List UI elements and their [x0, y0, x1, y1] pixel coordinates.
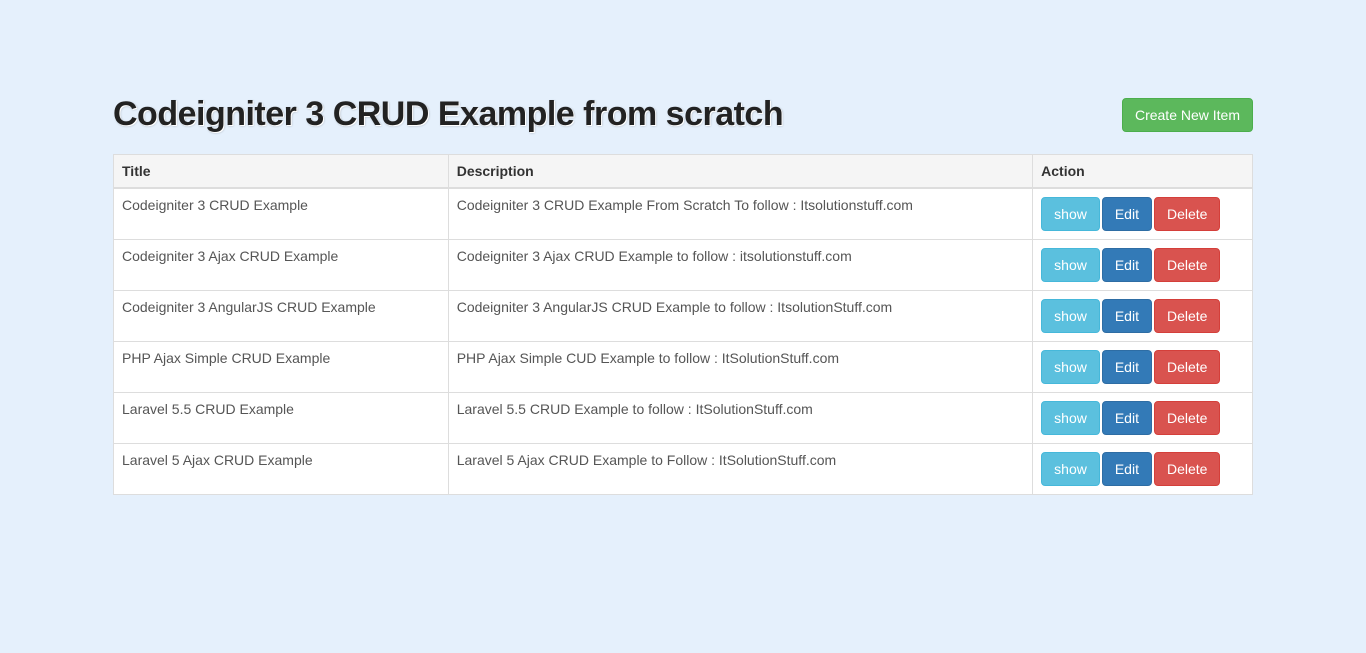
show-button[interactable]: show [1041, 299, 1100, 333]
cell-description: Laravel 5.5 CRUD Example to follow : ItS… [448, 393, 1032, 444]
delete-button[interactable]: Delete [1154, 248, 1220, 282]
column-header-title: Title [114, 155, 449, 189]
delete-button[interactable]: Delete [1154, 197, 1220, 231]
table-row: Codeigniter 3 CRUD ExampleCodeigniter 3 … [114, 188, 1253, 240]
cell-title: Codeigniter 3 CRUD Example [114, 188, 449, 240]
create-new-item-button[interactable]: Create New Item [1122, 98, 1253, 132]
edit-button[interactable]: Edit [1102, 197, 1152, 231]
table-row: Laravel 5.5 CRUD ExampleLaravel 5.5 CRUD… [114, 393, 1253, 444]
edit-button[interactable]: Edit [1102, 299, 1152, 333]
table-row: Laravel 5 Ajax CRUD ExampleLaravel 5 Aja… [114, 444, 1253, 495]
show-button[interactable]: show [1041, 452, 1100, 486]
delete-button[interactable]: Delete [1154, 452, 1220, 486]
delete-button[interactable]: Delete [1154, 350, 1220, 384]
edit-button[interactable]: Edit [1102, 401, 1152, 435]
column-header-action: Action [1033, 155, 1253, 189]
show-button[interactable]: show [1041, 350, 1100, 384]
cell-action: showEditDelete [1033, 188, 1253, 240]
cell-title: Laravel 5 Ajax CRUD Example [114, 444, 449, 495]
page-title: Codeigniter 3 CRUD Example from scratch [113, 95, 783, 134]
cell-title: Codeigniter 3 Ajax CRUD Example [114, 240, 449, 291]
cell-description: Codeigniter 3 Ajax CRUD Example to follo… [448, 240, 1032, 291]
delete-button[interactable]: Delete [1154, 299, 1220, 333]
table-row: PHP Ajax Simple CRUD ExamplePHP Ajax Sim… [114, 342, 1253, 393]
delete-button[interactable]: Delete [1154, 401, 1220, 435]
cell-title: Laravel 5.5 CRUD Example [114, 393, 449, 444]
edit-button[interactable]: Edit [1102, 452, 1152, 486]
show-button[interactable]: show [1041, 401, 1100, 435]
cell-description: Laravel 5 Ajax CRUD Example to Follow : … [448, 444, 1032, 495]
cell-action: showEditDelete [1033, 240, 1253, 291]
cell-description: PHP Ajax Simple CUD Example to follow : … [448, 342, 1032, 393]
cell-description: Codeigniter 3 AngularJS CRUD Example to … [448, 291, 1032, 342]
show-button[interactable]: show [1041, 248, 1100, 282]
cell-title: PHP Ajax Simple CRUD Example [114, 342, 449, 393]
cell-action: showEditDelete [1033, 393, 1253, 444]
show-button[interactable]: show [1041, 197, 1100, 231]
cell-action: showEditDelete [1033, 444, 1253, 495]
edit-button[interactable]: Edit [1102, 350, 1152, 384]
table-row: Codeigniter 3 AngularJS CRUD ExampleCode… [114, 291, 1253, 342]
cell-action: showEditDelete [1033, 342, 1253, 393]
items-table: Title Description Action Codeigniter 3 C… [113, 154, 1253, 495]
column-header-description: Description [448, 155, 1032, 189]
table-row: Codeigniter 3 Ajax CRUD ExampleCodeignit… [114, 240, 1253, 291]
cell-title: Codeigniter 3 AngularJS CRUD Example [114, 291, 449, 342]
edit-button[interactable]: Edit [1102, 248, 1152, 282]
cell-action: showEditDelete [1033, 291, 1253, 342]
cell-description: Codeigniter 3 CRUD Example From Scratch … [448, 188, 1032, 240]
